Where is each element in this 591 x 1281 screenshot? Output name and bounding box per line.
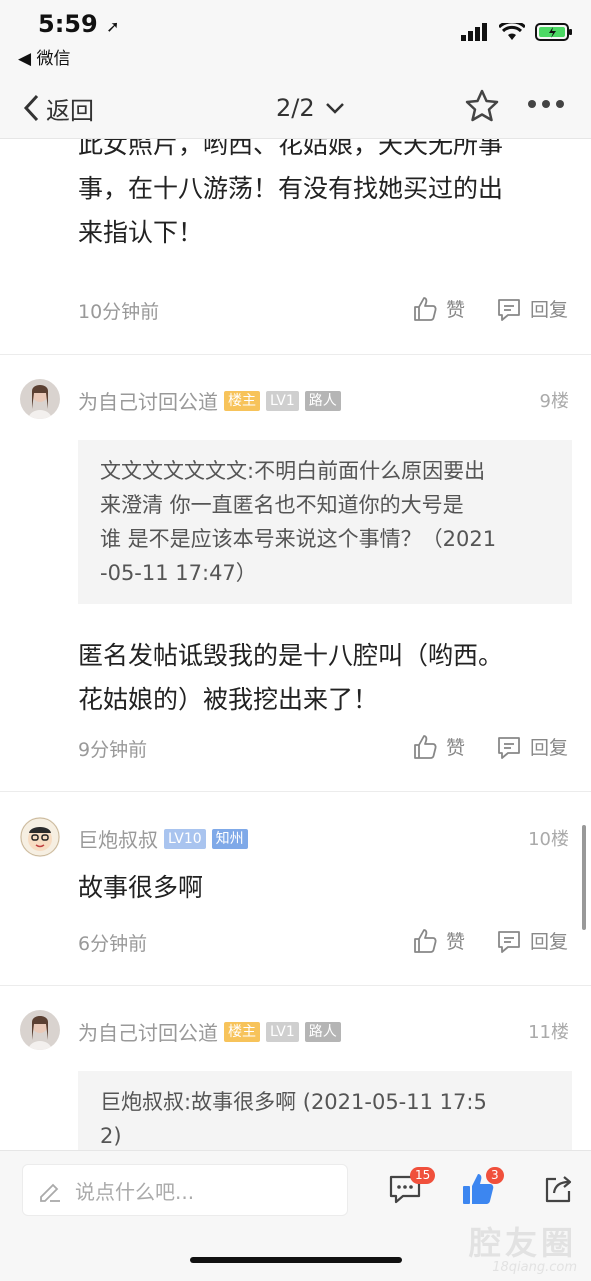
reply-button[interactable]: 回复 — [496, 927, 568, 954]
status-time: 5:59 ➚ — [38, 10, 119, 38]
quote-line: -05-11 17:47） — [100, 561, 257, 585]
comment-text: 此女照片，哟西、花姑娘，天天无所事 事，在十八游荡！有没有找她买过的出 来指认下… — [78, 139, 558, 255]
owner-badge: 楼主 — [224, 1021, 260, 1042]
navigation-bar: 返回 2/2 — [0, 80, 591, 139]
reply-label: 回复 — [530, 737, 569, 759]
scrollbar[interactable] — [582, 825, 586, 930]
like-count-badge: 3 — [486, 1167, 504, 1184]
avatar[interactable] — [20, 1010, 60, 1050]
avatar[interactable] — [20, 817, 60, 857]
user-avatar-photo — [20, 1010, 60, 1050]
reply-button[interactable]: 回复 — [496, 733, 568, 760]
quote-line: 2) — [100, 1124, 122, 1148]
more-button[interactable] — [527, 94, 565, 118]
comment-time: 10分钟前 — [78, 301, 160, 323]
quote-line: 巨炮叔叔:故事很多啊 (2021-05-11 17:5 — [100, 1090, 487, 1114]
home-indicator[interactable] — [190, 1257, 402, 1263]
watermark-text: 腔友圈 — [468, 1224, 577, 1262]
comments-button[interactable]: 15 — [388, 1167, 436, 1209]
watermark: 腔友圈 18qiang.com — [469, 1218, 577, 1275]
star-icon — [465, 89, 499, 122]
chevron-down-icon — [325, 103, 344, 114]
owner-badge: 楼主 — [224, 390, 260, 411]
favorite-button[interactable] — [464, 88, 500, 128]
comment-text: 故事很多啊 — [78, 873, 204, 902]
back-button[interactable]: 返回 — [22, 88, 94, 128]
like-label: 赞 — [446, 737, 466, 759]
pencil-icon — [40, 1183, 60, 1202]
username-row: 巨炮叔叔 LV10 知州 — [78, 824, 248, 853]
divider — [0, 985, 591, 986]
username[interactable]: 巨炮叔叔 — [78, 824, 158, 853]
level-badge: LV1 — [266, 1021, 299, 1042]
username[interactable]: 为自己讨回公道 — [78, 386, 218, 415]
quoted-reply[interactable]: 文文文文文文文:不明白前面什么原因要出 来澄清 你一直匿名也不知道你的大号是 谁… — [78, 440, 572, 604]
page-indicator: 2/2 — [276, 94, 315, 122]
username-row: 为自己讨回公道 楼主 LV1 路人 — [78, 386, 341, 415]
comment-text-line: 花姑娘的）被我挖出来了！ — [78, 685, 379, 714]
floor-number: 9楼 — [539, 391, 569, 412]
status-time-text: 5:59 — [38, 10, 98, 38]
wifi-icon — [499, 23, 525, 40]
divider — [0, 791, 591, 792]
username-row: 为自己讨回公道 楼主 LV1 路人 — [78, 1017, 341, 1046]
comment-text-line: 来指认下！ — [78, 218, 204, 247]
comment-count-badge: 15 — [410, 1167, 436, 1184]
page-selector[interactable]: 2/2 — [276, 88, 345, 128]
reply-label: 回复 — [530, 931, 569, 953]
comment-text-line: 匿名发帖诋毁我的是十八腔叫（哟西。 — [78, 641, 504, 670]
user-avatar-photo — [20, 379, 60, 419]
floor-number: 10楼 — [528, 829, 569, 850]
comment-list: 此女照片，哟西、花姑娘，天天无所事 事，在十八游荡！有没有找她买过的出 来指认下… — [0, 139, 591, 1150]
system-icons — [461, 22, 573, 42]
like-post-button[interactable]: 3 — [460, 1167, 504, 1211]
share-button[interactable] — [542, 1173, 574, 1209]
comment-input[interactable]: 说点什么吧... — [22, 1164, 348, 1216]
reply-button[interactable]: 回复 — [496, 295, 568, 322]
quoted-reply[interactable]: 巨炮叔叔:故事很多啊 (2021-05-11 17:5 2) — [78, 1071, 572, 1150]
thumbs-up-icon — [414, 734, 437, 759]
level-badge: LV1 — [266, 390, 299, 411]
comment-input-placeholder: 说点什么吧... — [75, 1179, 195, 1204]
comment-text: 匿名发帖诋毁我的是十八腔叫（哟西。 花姑娘的）被我挖出来了！ — [78, 634, 558, 722]
reply-bubble-icon — [498, 736, 520, 759]
thumbs-up-icon — [414, 928, 437, 953]
share-icon — [545, 1176, 572, 1203]
thumbs-up-icon — [414, 296, 437, 321]
battery-icon — [535, 23, 572, 41]
comment-text-line: 此女照片，哟西、花姑娘，天天无所事 — [78, 139, 504, 159]
floor-number: 11楼 — [528, 1022, 569, 1043]
reply-label: 回复 — [530, 299, 569, 321]
signal-icon — [461, 23, 487, 41]
comment-time: 9分钟前 — [78, 739, 148, 761]
reply-bubble-icon — [498, 930, 520, 953]
level-badge: LV10 — [164, 828, 206, 849]
quote-line: 谁 是不是应该本号来说这个事情？（2021 — [100, 527, 497, 551]
user-avatar-cartoon — [20, 817, 60, 857]
status-bar: 5:59 ➚ ◀ 微信 — [0, 0, 591, 80]
chevron-left-icon — [23, 94, 39, 122]
role-badge: 路人 — [304, 390, 341, 411]
role-badge: 知州 — [211, 828, 248, 849]
more-dots-icon — [528, 100, 564, 108]
username[interactable]: 为自己讨回公道 — [78, 1017, 218, 1046]
role-badge: 路人 — [304, 1021, 341, 1042]
back-label: 返回 — [46, 96, 94, 125]
quote-line: 文文文文文文文:不明白前面什么原因要出 — [100, 459, 486, 483]
like-button[interactable]: 赞 — [412, 927, 465, 954]
comment-text-line: 事，在十八游荡！有没有找她买过的出 — [78, 174, 504, 203]
like-button[interactable]: 赞 — [412, 295, 465, 322]
like-label: 赞 — [446, 931, 466, 953]
like-button[interactable]: 赞 — [412, 733, 465, 760]
comment-time: 6分钟前 — [78, 933, 148, 955]
divider — [0, 354, 591, 355]
quote-line: 来澄清 你一直匿名也不知道你的大号是 — [100, 493, 464, 517]
like-label: 赞 — [446, 299, 466, 321]
back-to-wechat[interactable]: ◀ 微信 — [18, 44, 70, 69]
reply-bubble-icon — [498, 298, 520, 321]
location-arrow-icon: ➚ — [106, 17, 120, 36]
avatar[interactable] — [20, 379, 60, 419]
